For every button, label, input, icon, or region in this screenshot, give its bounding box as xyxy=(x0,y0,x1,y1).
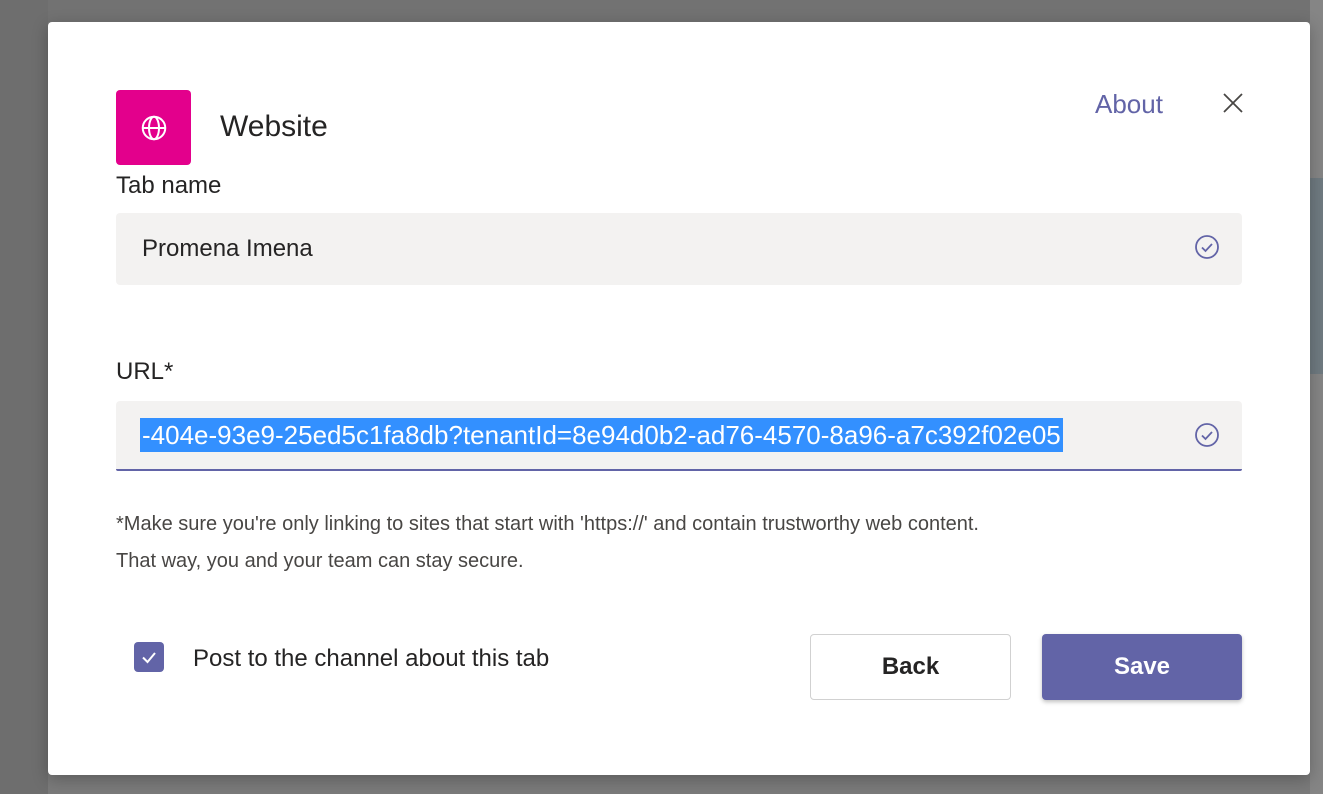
back-button[interactable]: Back xyxy=(810,634,1011,700)
url-field[interactable]: -404e-93e9-25ed5c1fa8db?tenantId=8e94d0b… xyxy=(116,401,1242,471)
url-label: URL* xyxy=(116,358,174,385)
tab-name-value: Promena Imena xyxy=(142,235,313,262)
url-value-selected: -404e-93e9-25ed5c1fa8db?tenantId=8e94d0b… xyxy=(140,418,1063,452)
backdrop-left xyxy=(0,0,48,794)
globe-icon xyxy=(141,115,166,140)
close-icon xyxy=(1223,93,1243,113)
hint-line-2: That way, you and your team can stay sec… xyxy=(116,550,524,572)
url-value: -404e-93e9-25ed5c1fa8db?tenantId=8e94d0b… xyxy=(142,420,1061,450)
dialog-title: Website xyxy=(220,110,328,143)
checkmark-icon xyxy=(142,652,156,664)
backdrop-top xyxy=(0,0,1323,22)
tab-name-field[interactable]: Promena Imena xyxy=(116,213,1242,285)
website-tab-dialog: Website About Tab name Promena Imena URL… xyxy=(48,22,1310,775)
about-link[interactable]: About xyxy=(1095,89,1163,120)
check-circle-icon xyxy=(1195,423,1219,447)
close-button[interactable] xyxy=(1218,88,1248,118)
website-app-icon xyxy=(116,90,191,165)
save-button[interactable]: Save xyxy=(1042,634,1242,700)
backdrop-right-panel xyxy=(1310,178,1323,374)
post-to-channel-label: Post to the channel about this tab xyxy=(193,645,550,672)
hint-line-1: *Make sure you're only linking to sites … xyxy=(116,513,979,535)
check-circle-icon xyxy=(1195,235,1219,259)
url-security-hint: *Make sure you're only linking to sites … xyxy=(116,506,1256,580)
backdrop-right xyxy=(1310,0,1323,794)
tab-name-label: Tab name xyxy=(116,172,222,199)
post-to-channel-checkbox[interactable] xyxy=(134,642,164,672)
